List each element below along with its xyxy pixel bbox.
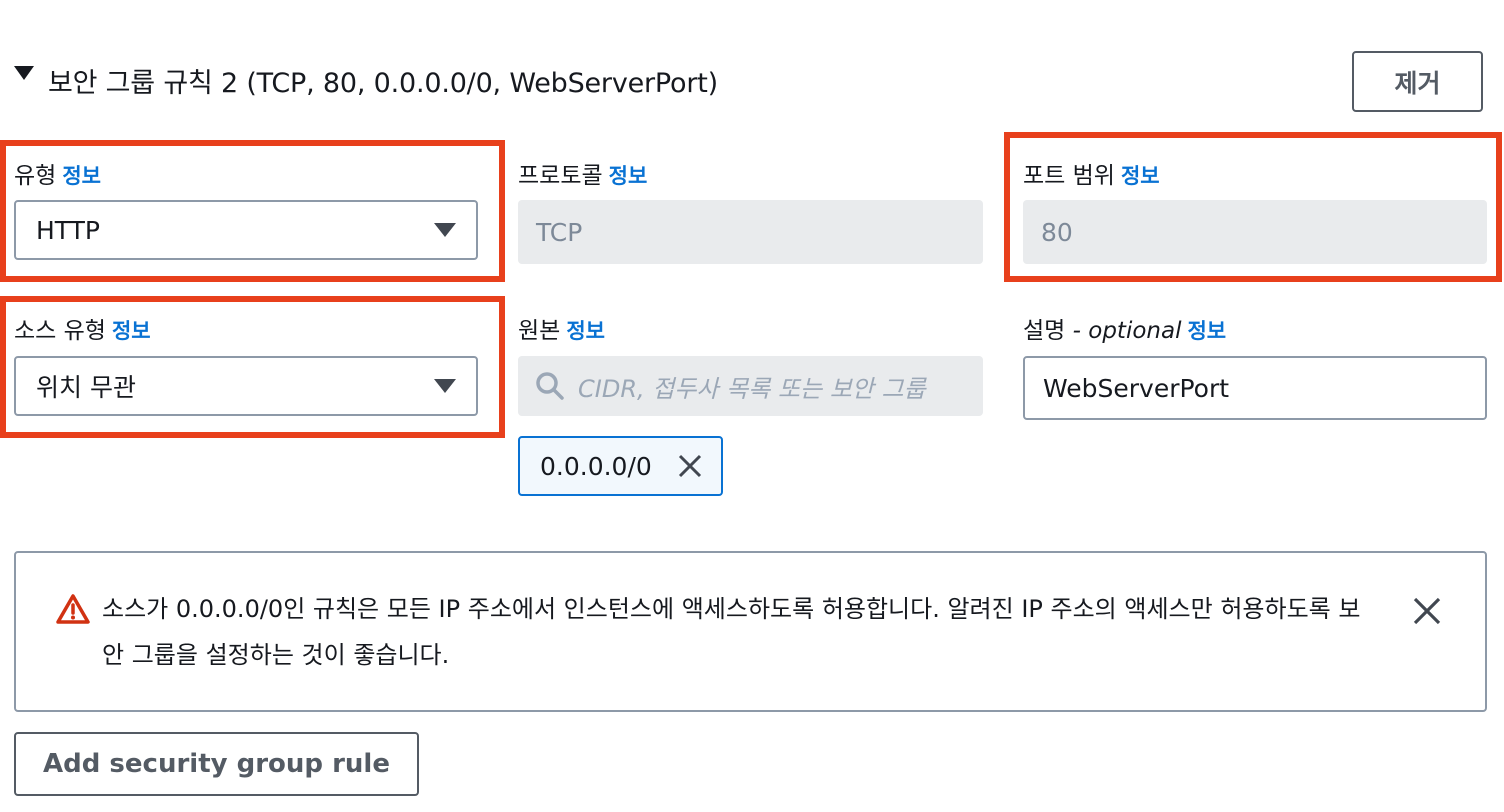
source-type-info-link[interactable]: 정보: [112, 319, 151, 343]
description-value: WebServerPort: [1043, 373, 1230, 403]
type-label-text: 유형: [14, 163, 57, 189]
source-type-select-value: 위치 무관: [36, 373, 136, 402]
protocol-field: TCP: [518, 200, 983, 264]
source-search-placeholder: CIDR, 접두사 목록 또는 보안 그룹: [578, 374, 926, 403]
protocol-info-link[interactable]: 정보: [609, 164, 648, 188]
source-token-value: 0.0.0.0/0: [540, 451, 652, 481]
close-icon[interactable]: [677, 453, 703, 479]
rule-header[interactable]: 보안 그룹 규칙 2 (TCP, 80, 0.0.0.0/0, WebServe…: [14, 52, 718, 108]
dropdown-triangle-icon: [434, 223, 456, 237]
type-label: 유형 정보: [14, 156, 101, 190]
protocol-label: 프로토콜 정보: [518, 156, 647, 190]
description-input[interactable]: WebServerPort: [1023, 356, 1487, 420]
port-range-field: 80: [1023, 200, 1487, 264]
type-info-link[interactable]: 정보: [62, 164, 101, 188]
dropdown-triangle-icon: [434, 379, 456, 393]
protocol-value: TCP: [536, 217, 583, 247]
caret-down-icon[interactable]: [14, 66, 34, 80]
description-optional: - optional: [1072, 318, 1182, 344]
source-search-input[interactable]: CIDR, 접두사 목록 또는 보안 그룹: [518, 356, 983, 416]
port-range-info-link[interactable]: 정보: [1121, 164, 1160, 188]
source-token: 0.0.0.0/0: [518, 436, 723, 496]
description-label-text: 설명: [1023, 318, 1066, 344]
source-info-link[interactable]: 정보: [566, 319, 605, 343]
close-icon[interactable]: [1412, 596, 1442, 626]
type-select-value: HTTP: [36, 215, 100, 245]
source-label: 원본 정보: [518, 311, 605, 345]
port-range-value: 80: [1041, 217, 1073, 247]
source-type-select[interactable]: 위치 무관: [14, 356, 478, 416]
remove-button[interactable]: 제거: [1352, 51, 1483, 112]
source-type-label: 소스 유형 정보: [14, 311, 151, 345]
description-info-link[interactable]: 정보: [1187, 319, 1226, 343]
source-type-label-text: 소스 유형: [14, 318, 106, 344]
port-range-label-text: 포트 범위: [1023, 163, 1115, 189]
protocol-label-text: 프로토콜: [518, 163, 603, 189]
add-security-group-rule-button[interactable]: Add security group rule: [14, 732, 419, 796]
warning-icon: [56, 594, 90, 624]
description-label: 설명 - optional 정보: [1023, 311, 1226, 345]
source-label-text: 원본: [518, 318, 561, 344]
port-range-label: 포트 범위 정보: [1023, 156, 1160, 190]
rule-title: 보안 그룹 규칙 2 (TCP, 80, 0.0.0.0/0, WebServe…: [48, 67, 718, 99]
warning-message: 소스가 0.0.0.0/0인 규칙은 모든 IP 주소에서 인스턴스에 액세스하…: [102, 595, 1361, 669]
type-select[interactable]: HTTP: [14, 200, 478, 260]
search-icon: [536, 372, 564, 400]
